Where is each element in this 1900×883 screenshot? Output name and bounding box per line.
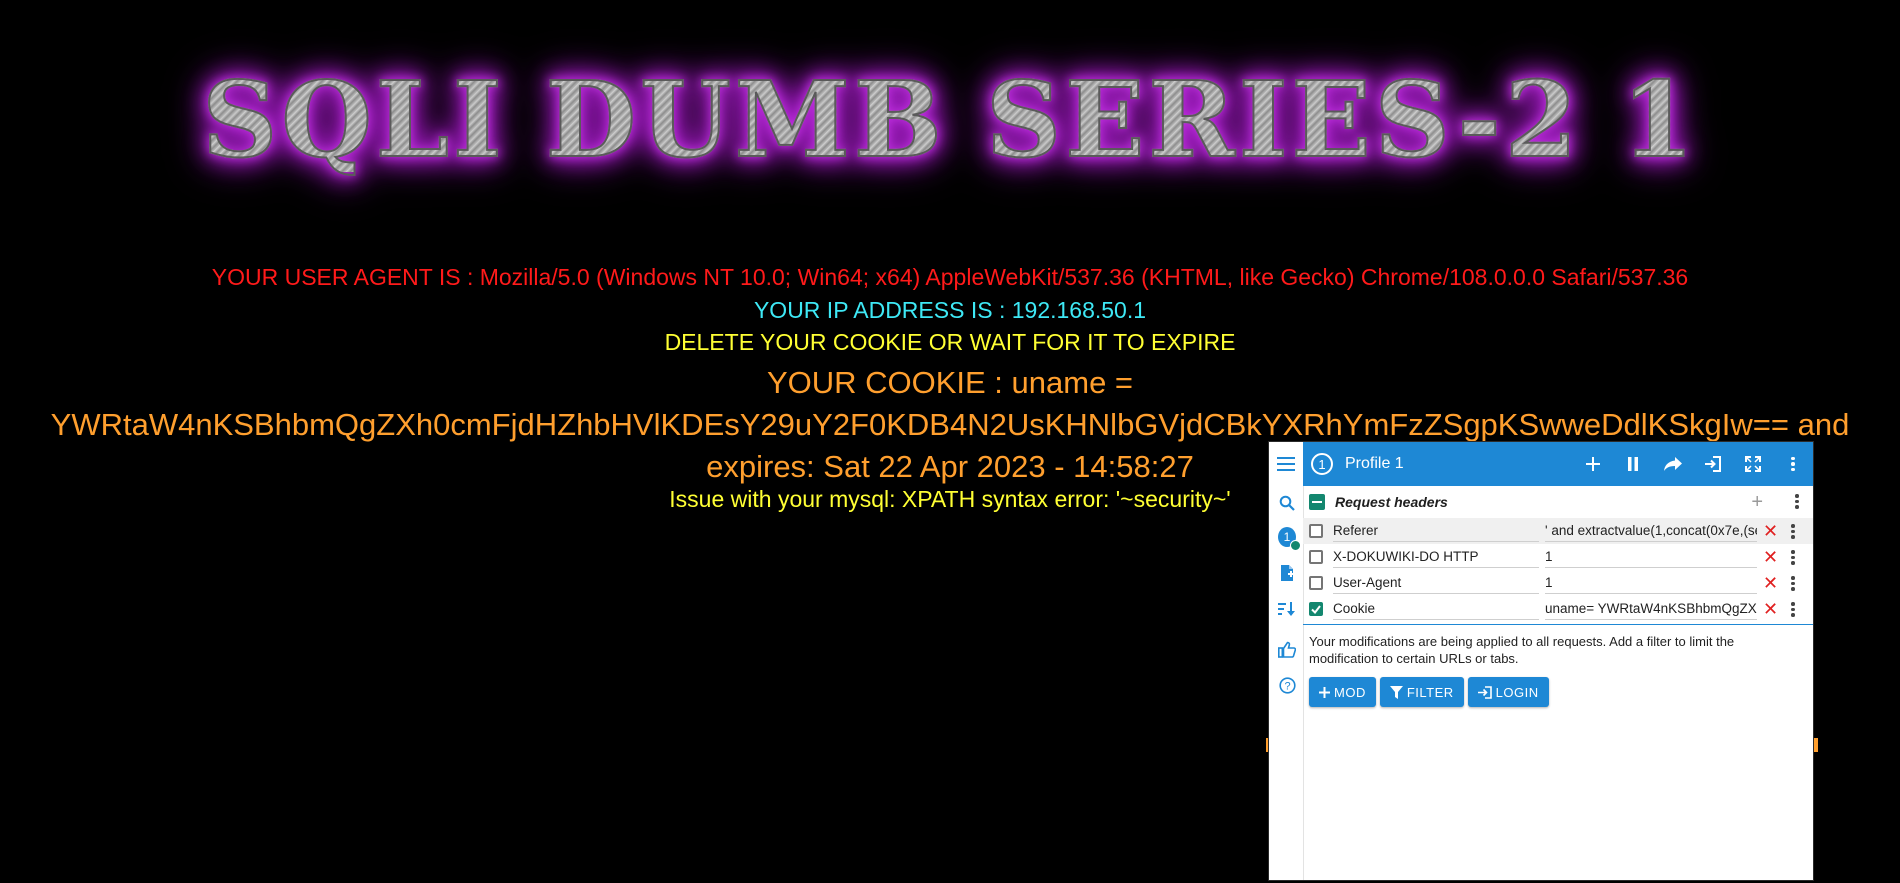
thumbs-up-icon[interactable] [1278, 640, 1296, 658]
delete-header-icon[interactable]: ✕ [1763, 574, 1778, 592]
header-name-field[interactable]: Cookie [1333, 599, 1539, 620]
help-icon[interactable]: ? [1278, 676, 1296, 694]
header-more-icon[interactable] [1791, 524, 1795, 539]
filter-button-label: FILTER [1406, 684, 1454, 700]
cookie-line-2: YWRtaW4nKSBhbmQgZXh0cmFjdHZhbHVlKDEsY29u… [50, 407, 1850, 442]
profile-badge[interactable]: 1 [1278, 527, 1301, 551]
profile-toolbar: 1 Profile 1 [1303, 442, 1813, 486]
add-file-icon[interactable] [1278, 564, 1296, 582]
request-headers-section: Request headers + [1303, 486, 1813, 518]
action-buttons: MOD FILTER LOGIN [1309, 677, 1813, 707]
delete-header-icon[interactable]: ✕ [1763, 600, 1778, 618]
section-more-icon[interactable] [1795, 494, 1799, 509]
section-title: Request headers [1335, 494, 1448, 510]
header-enable-checkbox[interactable] [1309, 524, 1323, 538]
user-agent-text: YOUR USER AGENT IS : Mozilla/5.0 (Window… [211, 264, 1689, 290]
mod-button-label: MOD [1334, 684, 1366, 700]
delete-header-icon[interactable]: ✕ [1763, 522, 1778, 540]
add-header-icon[interactable]: + [1751, 492, 1763, 512]
delete-header-icon[interactable]: ✕ [1763, 548, 1778, 566]
filter-button[interactable]: FILTER [1379, 677, 1464, 707]
check-badge-icon [1290, 540, 1301, 551]
header-row: Cookie uname= YWRtaW4nKSBhbmQgZXh0cmFjdHZ… [1303, 596, 1813, 622]
more-vert-icon[interactable] [1773, 442, 1813, 486]
profile-content: Request headers + Referer ' and extractva… [1303, 486, 1813, 880]
header-value-field[interactable]: 1 [1545, 547, 1757, 568]
profile-number: 1 [1311, 453, 1333, 475]
header-more-icon[interactable] [1791, 550, 1795, 565]
header-row: X-DOKUWIKI-DO HTTP 1 ✕ [1303, 544, 1813, 570]
profile-title[interactable]: Profile 1 [1345, 455, 1573, 473]
pause-icon[interactable] [1613, 442, 1653, 486]
login-button[interactable]: LOGIN [1467, 677, 1549, 707]
page-banner: SQLI DUMB SERIES-2 1 [0, 67, 1900, 173]
login-icon[interactable] [1693, 442, 1733, 486]
header-value-field[interactable]: 1 [1545, 573, 1757, 594]
svg-text:?: ? [1284, 680, 1290, 692]
header-enable-checkbox[interactable] [1309, 576, 1323, 590]
plus-icon[interactable] [1573, 442, 1613, 486]
menu-icon[interactable] [1269, 442, 1303, 486]
header-row: User-Agent 1 ✕ [1303, 570, 1813, 596]
header-name-field[interactable]: X-DOKUWIKI-DO HTTP [1333, 547, 1539, 568]
header-value-field[interactable]: ' and extractvalue(1,concat(0x7e,(select… [1545, 521, 1757, 542]
profile-badge-number: 1 [1283, 530, 1291, 544]
collapse-section-icon[interactable] [1309, 494, 1325, 510]
header-name-field[interactable]: User-Agent [1333, 573, 1539, 594]
login-button-label: LOGIN [1495, 684, 1539, 700]
cookie-line-1: YOUR COOKIE : uname = [766, 365, 1134, 400]
rows-divider [1303, 624, 1813, 625]
header-row: Referer ' and extractvalue(1,concat(0x7e,… [1303, 518, 1813, 544]
modification-note: Your modifications are being applied to … [1309, 634, 1735, 666]
header-value-field[interactable]: uname= YWRtaW4nKSBhbmQgZXh0cmFjdHZhbHVlK… [1545, 599, 1757, 620]
header-rows: Referer ' and extractvalue(1,concat(0x7e,… [1303, 518, 1813, 622]
header-enable-checkbox[interactable] [1309, 602, 1323, 616]
login-icon [1477, 685, 1492, 699]
search-icon[interactable] [1278, 494, 1296, 512]
filter-icon [1389, 685, 1403, 699]
side-rail: 1 ? [1269, 442, 1304, 880]
header-enable-checkbox[interactable] [1309, 550, 1323, 564]
header-modifier-popup: 1 ? 1 Profile 1 Request headers + Refere… [1268, 441, 1814, 881]
delete-cookie-text: DELETE YOUR COOKIE OR WAIT FOR IT TO EXP… [664, 329, 1236, 355]
header-more-icon[interactable] [1791, 576, 1795, 591]
header-more-icon[interactable] [1791, 602, 1795, 617]
ip-address-text: YOUR IP ADDRESS IS : 192.168.50.1 [753, 297, 1147, 323]
sort-icon[interactable] [1278, 600, 1296, 618]
fullscreen-icon[interactable] [1733, 442, 1773, 486]
mod-button[interactable]: MOD [1309, 677, 1376, 707]
header-name-field[interactable]: Referer [1333, 521, 1539, 542]
share-icon[interactable] [1653, 442, 1693, 486]
plus-icon [1319, 686, 1330, 698]
